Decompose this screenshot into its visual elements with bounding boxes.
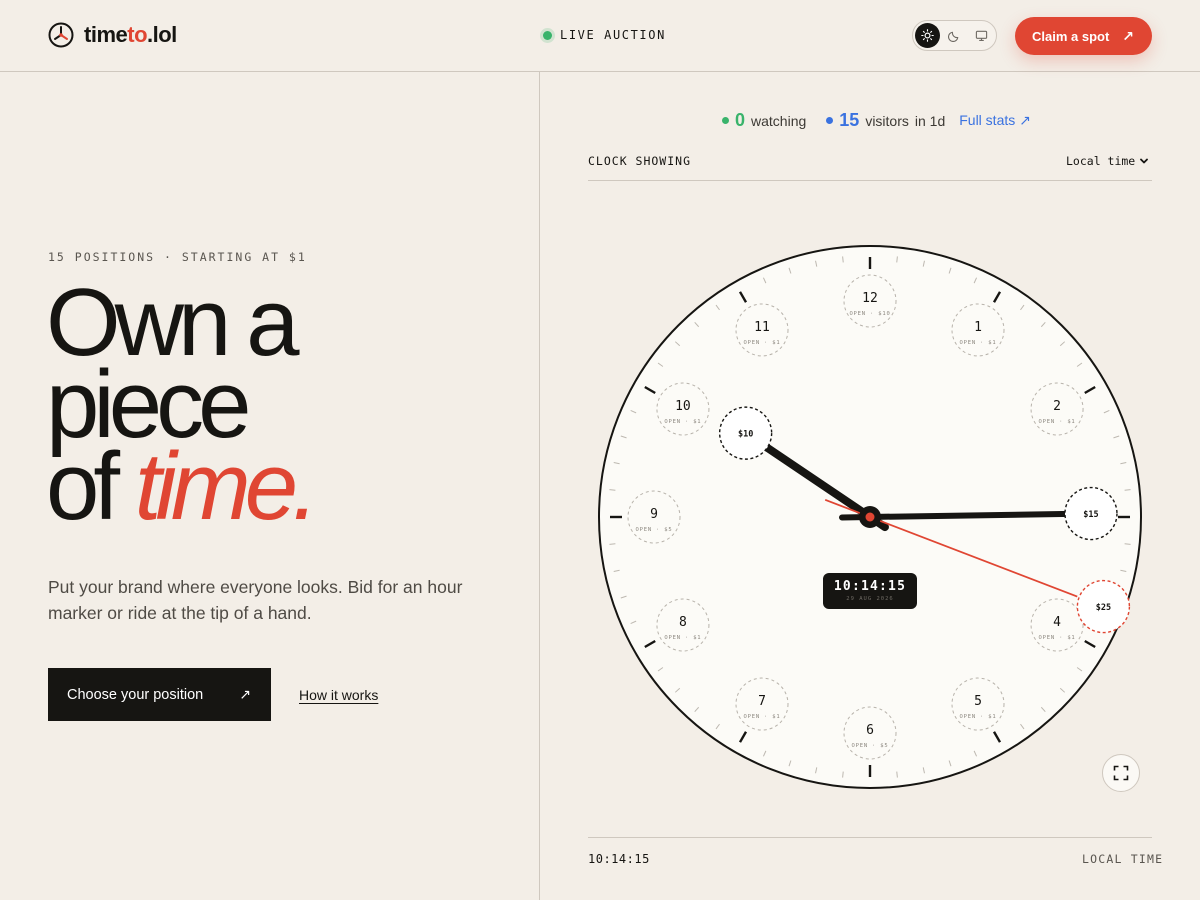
timezone-select[interactable]: Local time: [1066, 154, 1149, 168]
fullscreen-button[interactable]: [1102, 754, 1140, 792]
minor-tick: [896, 256, 898, 263]
arrow-up-right-icon: ↗: [1122, 27, 1134, 44]
watching-label: watching: [751, 112, 807, 129]
clock-hub-center: [865, 512, 875, 522]
brand-prefix: time: [84, 22, 128, 47]
choose-position-button[interactable]: Choose your position ↗: [48, 668, 271, 721]
hour-marker-number: 8: [679, 615, 687, 630]
timezone-selected-value: Local time: [1066, 154, 1136, 168]
arrow-up-right-icon: ↗: [239, 686, 251, 702]
theme-dark-button[interactable]: [942, 23, 967, 48]
hour-marker-status: OPEN · $5: [635, 527, 672, 533]
minor-tick: [1124, 489, 1131, 491]
hour-marker-number: 4: [1053, 615, 1061, 630]
digital-date: 29 AUG 2026: [846, 596, 894, 602]
panel-divider: [539, 72, 540, 900]
digital-clock: 10:14:15 29 AUG 2026: [823, 573, 917, 609]
headline-of: of: [46, 433, 135, 540]
clock-logo-icon: [48, 22, 74, 48]
theme-light-button[interactable]: [915, 23, 940, 48]
minute-hand-slot-price: $15: [1083, 510, 1098, 520]
visitors-count: 15: [839, 110, 860, 130]
hour-marker-status: OPEN · $1: [1039, 635, 1076, 641]
hour-marker-number: 10: [675, 399, 691, 414]
hour-marker-status: OPEN · $1: [664, 635, 701, 641]
how-it-works-link[interactable]: How it works: [299, 687, 378, 703]
hero-kicker: 15 POSITIONS · STARTING AT $1: [48, 250, 307, 264]
hour-marker-number: 12: [862, 291, 878, 306]
sun-icon: [921, 29, 934, 42]
hero-subcopy: Put your brand where everyone looks. Bid…: [48, 577, 463, 623]
hour-marker-status: OPEN · $1: [743, 714, 780, 720]
auction-clock: 12 OPEN · $10 1 OPEN · $1 2 OPEN · $1 4 OPEN · …: [598, 245, 1142, 789]
theme-toggle: [912, 20, 997, 51]
choose-position-label: Choose your position: [67, 686, 204, 703]
brand-suffix: .lol: [147, 22, 177, 47]
live-auction-label: LIVE AUCTION: [560, 28, 666, 42]
theme-system-button[interactable]: [969, 23, 994, 48]
hero-headline: Own a piece of time.: [46, 275, 319, 535]
hour-marker-status: OPEN · $1: [743, 340, 780, 346]
moon-icon: [948, 31, 959, 42]
hour-marker-number: 2: [1053, 399, 1061, 414]
hour-hand-slot-price: $10: [738, 430, 753, 440]
full-stats-link[interactable]: Full stats ↗: [959, 112, 1031, 129]
hour-marker-number: 1: [974, 320, 982, 335]
headline-time: time.: [134, 433, 319, 540]
headline-line-3: of time.: [46, 439, 319, 535]
claim-spot-label: Claim a spot: [1032, 28, 1110, 44]
hour-marker-status: OPEN · $1: [959, 340, 996, 346]
minor-tick: [842, 256, 844, 263]
footer-timezone-label: LOCAL TIME: [1082, 852, 1164, 866]
hour-hand-slot[interactable]: $10: [718, 406, 773, 460]
site-header: timeto.lol LIVE AUCTION Claim a spot ↗: [0, 0, 1200, 72]
minor-tick: [896, 771, 898, 778]
minor-tick: [609, 543, 616, 545]
hour-marker-number: 11: [754, 320, 770, 335]
monitor-icon: [975, 30, 988, 41]
second-hand-slot-price: $25: [1096, 603, 1111, 613]
fullscreen-icon: [1113, 765, 1129, 781]
visitors-dot-icon: [826, 117, 834, 124]
brand-logo[interactable]: timeto.lol: [48, 22, 177, 48]
brand-name: timeto.lol: [84, 22, 177, 48]
hour-marker-status: OPEN · $1: [664, 419, 701, 425]
visitors-label: visitors: [865, 112, 909, 129]
digital-time: 10:14:15: [833, 579, 907, 594]
minute-hand-slot[interactable]: $15: [1064, 486, 1118, 541]
watching-dot-icon: [722, 117, 729, 124]
minor-tick: [1124, 543, 1131, 545]
claim-spot-button[interactable]: Claim a spot ↗: [1015, 17, 1152, 55]
hour-marker-status: OPEN · $1: [1039, 419, 1076, 425]
minor-tick: [609, 489, 616, 491]
live-dot-icon: [543, 30, 552, 40]
minor-tick: [842, 771, 844, 778]
second-hand-slot[interactable]: $25: [1076, 579, 1131, 634]
clock-showing-label: CLOCK SHOWING: [588, 154, 692, 168]
brand-accent: to: [127, 22, 148, 47]
chevron-down-icon: [1140, 158, 1149, 164]
clock-footer-divider: [588, 837, 1152, 838]
watching-count: 0: [735, 110, 746, 130]
hour-marker-status: OPEN · $10: [849, 311, 890, 317]
footer-time: 10:14:15: [588, 852, 650, 866]
hour-marker-number: 9: [650, 507, 658, 522]
hour-marker-number: 7: [758, 694, 766, 709]
live-stats: 0 watching 15 visitors in 1d Full stats …: [722, 110, 1031, 131]
hour-marker-status: OPEN · $1: [959, 714, 996, 720]
hour-marker-status: OPEN · $5: [851, 743, 888, 749]
hour-marker-number: 5: [974, 694, 982, 709]
live-auction-indicator: LIVE AUCTION: [543, 28, 666, 42]
clock-header-divider: [588, 180, 1152, 181]
visitors-period: in 1d: [914, 112, 946, 129]
hour-marker-number: 6: [866, 723, 874, 738]
